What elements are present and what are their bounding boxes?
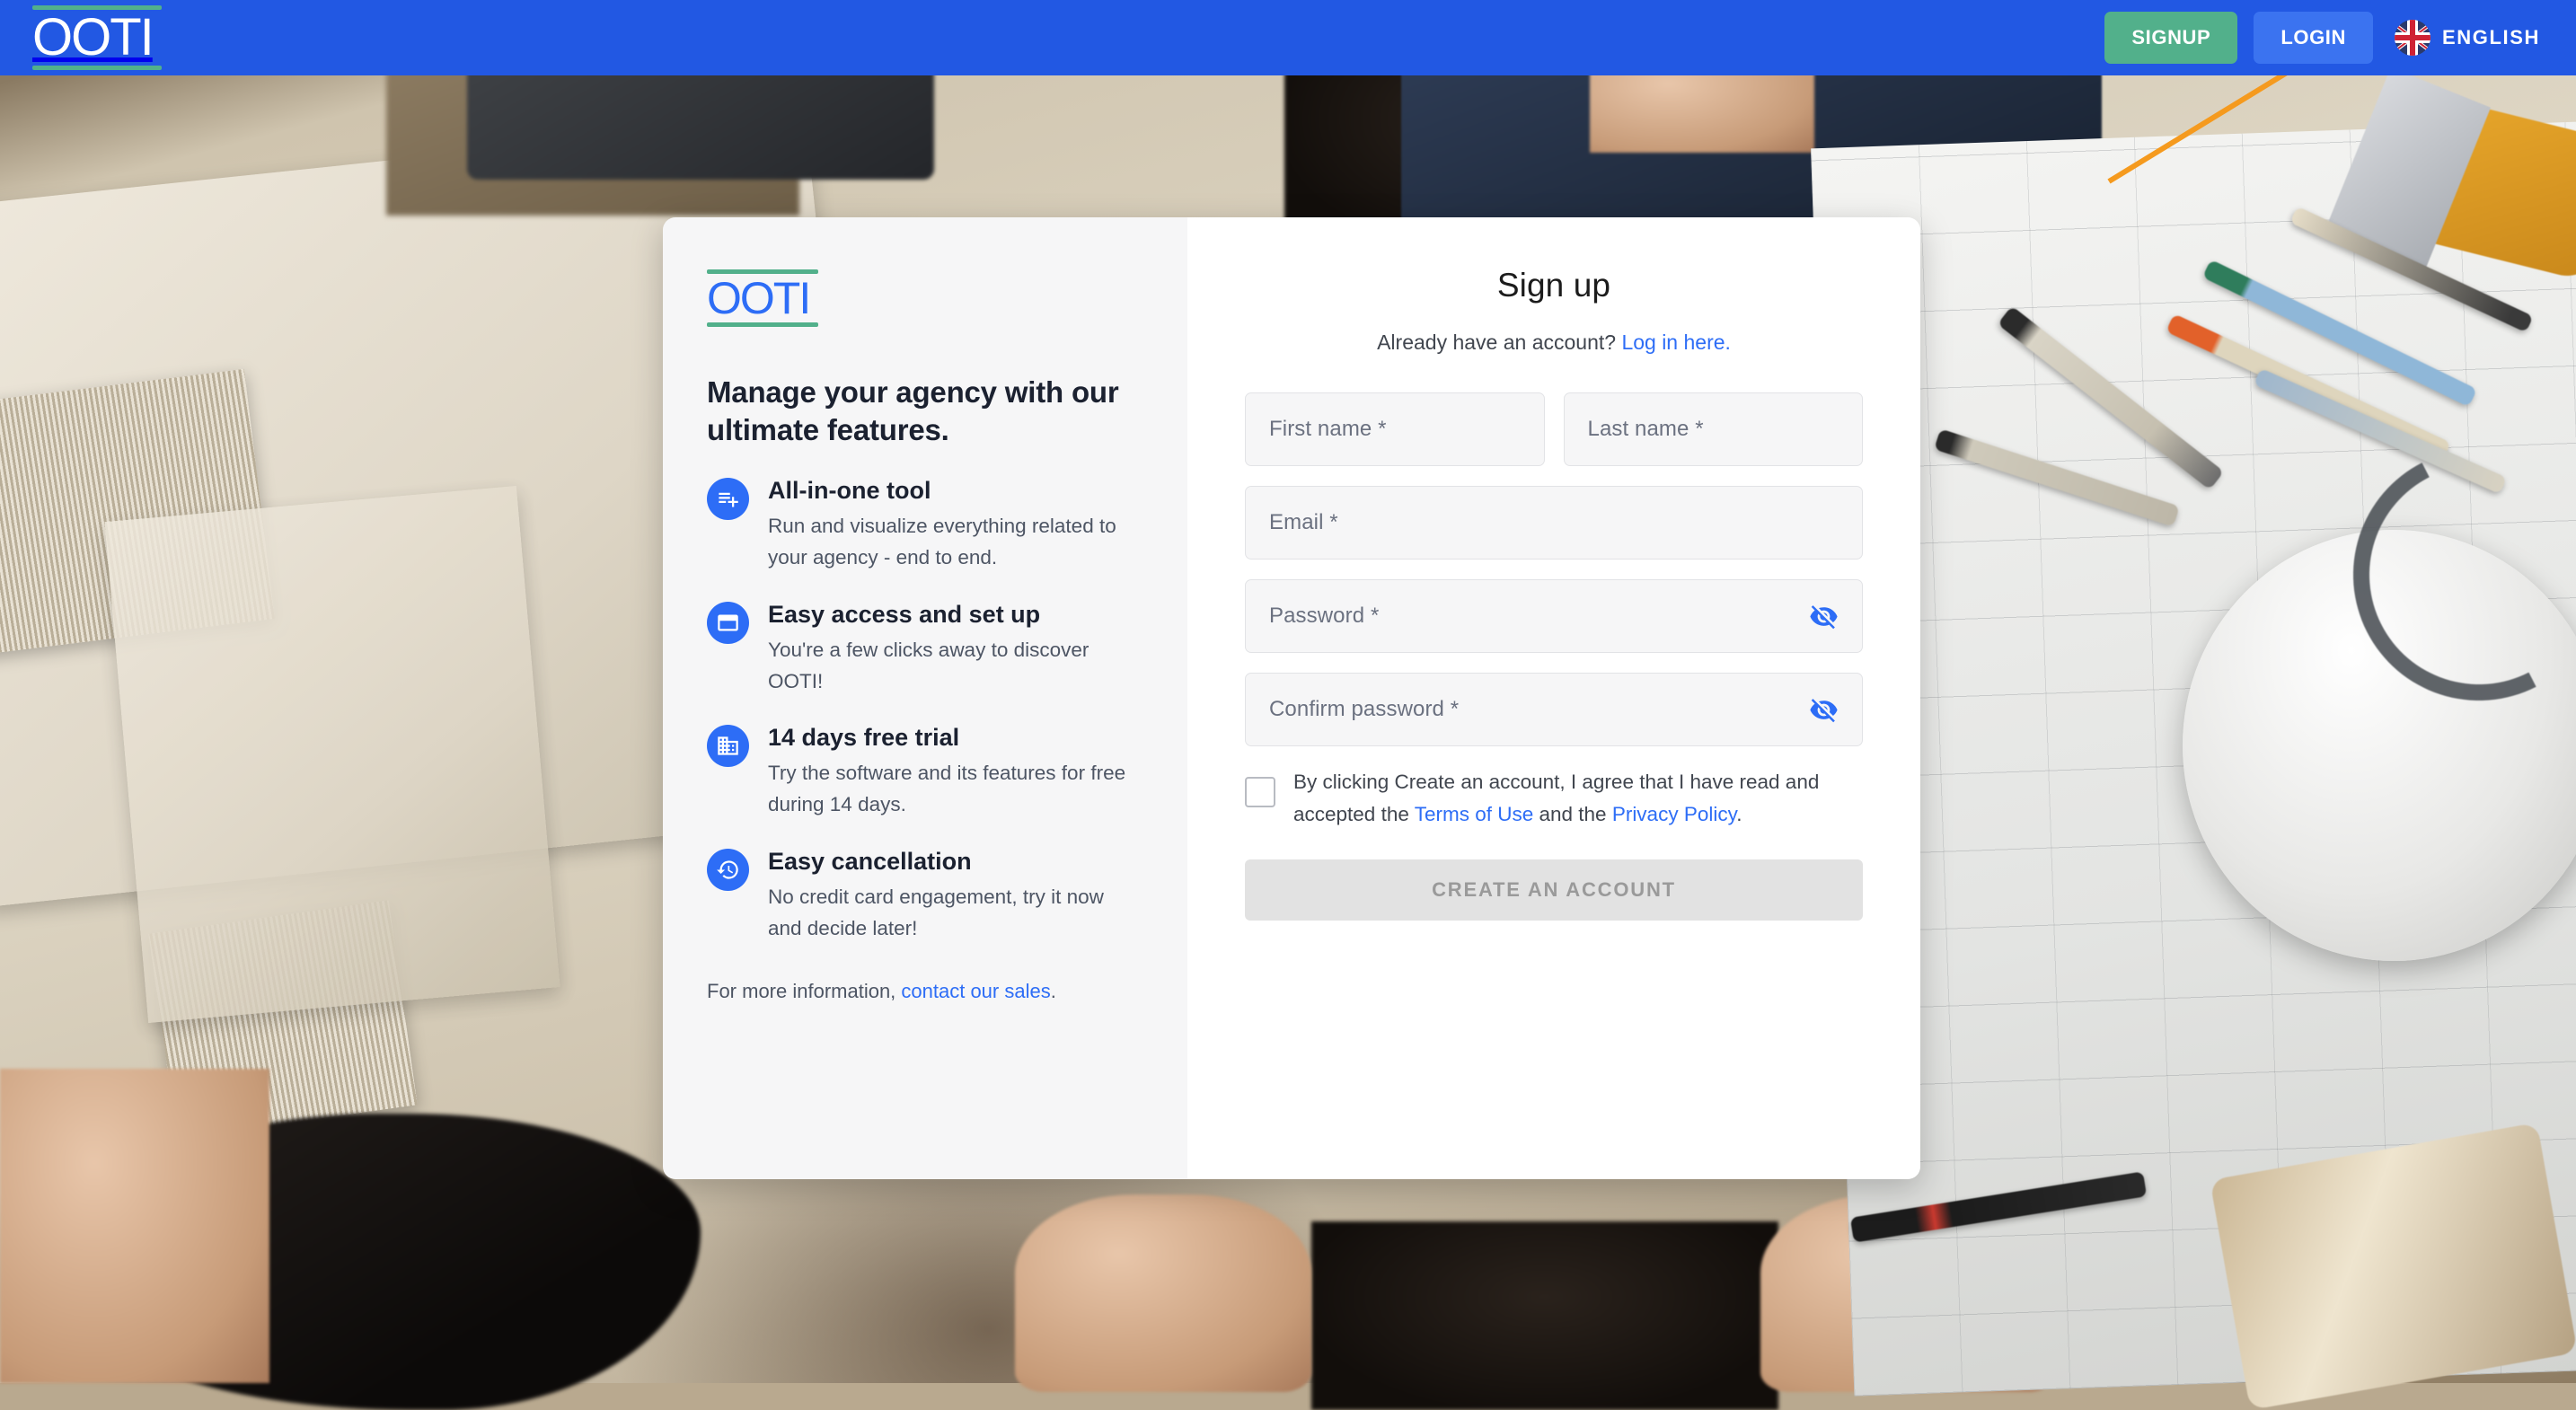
terms-of-use-link[interactable]: Terms of Use	[1415, 803, 1534, 825]
playlist-add-icon	[707, 478, 749, 520]
feature-title: Easy cancellation	[768, 847, 1135, 877]
marketing-pane: OOTI Manage your agency with our ultimat…	[663, 217, 1187, 1179]
login-prompt-text: Already have an account?	[1377, 330, 1621, 354]
feature-title: 14 days free trial	[768, 723, 1135, 753]
marketing-heading: Manage your agency with our ultimate fea…	[707, 374, 1135, 449]
photo-hand-center	[1015, 1194, 1311, 1392]
feature-item: Easy cancellation No credit card engagem…	[707, 847, 1135, 945]
password-placeholder: Password *	[1269, 604, 1379, 629]
feature-item: 14 days free trial Try the software and …	[707, 723, 1135, 821]
login-link[interactable]: Log in here.	[1621, 330, 1730, 354]
web-window-icon	[707, 602, 749, 644]
feature-description: Try the software and its features for fr…	[768, 758, 1135, 821]
brand-logo[interactable]: OOTI	[32, 5, 162, 70]
first-name-field[interactable]: First name *	[1245, 392, 1545, 466]
photo-paper-slab-2	[104, 486, 560, 1023]
terms-text-part2: and the	[1533, 803, 1612, 825]
feature-item: All-in-one tool Run and visualize everyt…	[707, 476, 1135, 574]
privacy-policy-link[interactable]: Privacy Policy	[1612, 803, 1736, 825]
feature-title: All-in-one tool	[768, 476, 1135, 507]
marketing-footer: For more information, contact our sales.	[707, 980, 1135, 1003]
page-title: Sign up	[1245, 267, 1863, 304]
last-name-field[interactable]: Last name *	[1564, 392, 1864, 466]
marketing-logo: OOTI	[707, 269, 818, 327]
topbar-actions: SIGNUP LOGIN ENGLISH	[2104, 12, 2545, 64]
name-row: First name * Last name *	[1245, 392, 1863, 486]
create-account-button[interactable]: CREATE AN ACCOUNT	[1245, 859, 1863, 921]
contact-sales-link[interactable]: contact our sales	[901, 980, 1050, 1002]
feature-item: Easy access and set up You're a few clic…	[707, 600, 1135, 698]
confirm-password-placeholder: Confirm password *	[1269, 697, 1459, 722]
language-selector[interactable]: ENGLISH	[2389, 16, 2545, 59]
business-building-icon	[707, 725, 749, 767]
email-field[interactable]: Email *	[1245, 486, 1863, 560]
terms-text-part3: .	[1736, 803, 1742, 825]
last-name-placeholder: Last name *	[1588, 417, 1704, 442]
feature-title: Easy access and set up	[768, 600, 1135, 630]
history-clock-icon	[707, 849, 749, 891]
signup-form-pane: Sign up Already have an account? Log in …	[1187, 217, 1920, 1179]
eye-off-icon[interactable]	[1809, 602, 1839, 631]
feature-description: You're a few clicks away to discover OOT…	[768, 635, 1135, 698]
login-button[interactable]: LOGIN	[2254, 12, 2373, 64]
logo-wordmark: OOTI	[32, 12, 162, 64]
terms-row: By clicking Create an account, I agree t…	[1245, 766, 1863, 832]
eye-off-icon[interactable]	[1809, 695, 1839, 725]
photo-person-head-bottom	[1311, 1221, 1778, 1410]
signup-button[interactable]: SIGNUP	[2104, 12, 2237, 64]
language-label: ENGLISH	[2442, 26, 2540, 49]
first-name-placeholder: First name *	[1269, 417, 1387, 442]
uk-flag-icon	[2395, 20, 2430, 56]
login-prompt: Already have an account? Log in here.	[1245, 330, 1863, 355]
email-placeholder: Email *	[1269, 510, 1338, 535]
feature-description: Run and visualize everything related to …	[768, 511, 1135, 574]
marketing-footer-suffix: .	[1051, 980, 1056, 1002]
marketing-footer-prefix: For more information,	[707, 980, 901, 1002]
feature-list: All-in-one tool Run and visualize everyt…	[707, 476, 1135, 944]
confirm-password-field[interactable]: Confirm password *	[1245, 673, 1863, 746]
signup-card: OOTI Manage your agency with our ultimat…	[663, 217, 1920, 1179]
feature-description: No credit card engagement, try it now an…	[768, 882, 1135, 945]
photo-hand-left	[0, 1069, 269, 1383]
password-field[interactable]: Password *	[1245, 579, 1863, 653]
terms-text: By clicking Create an account, I agree t…	[1293, 766, 1863, 832]
signup-form: First name * Last name * Email * Passwor…	[1245, 392, 1863, 921]
marketing-logo-wordmark: OOTI	[707, 276, 818, 321]
top-navigation-bar: OOTI SIGNUP LOGIN ENGLISH	[0, 0, 2576, 75]
terms-checkbox[interactable]	[1245, 777, 1275, 807]
